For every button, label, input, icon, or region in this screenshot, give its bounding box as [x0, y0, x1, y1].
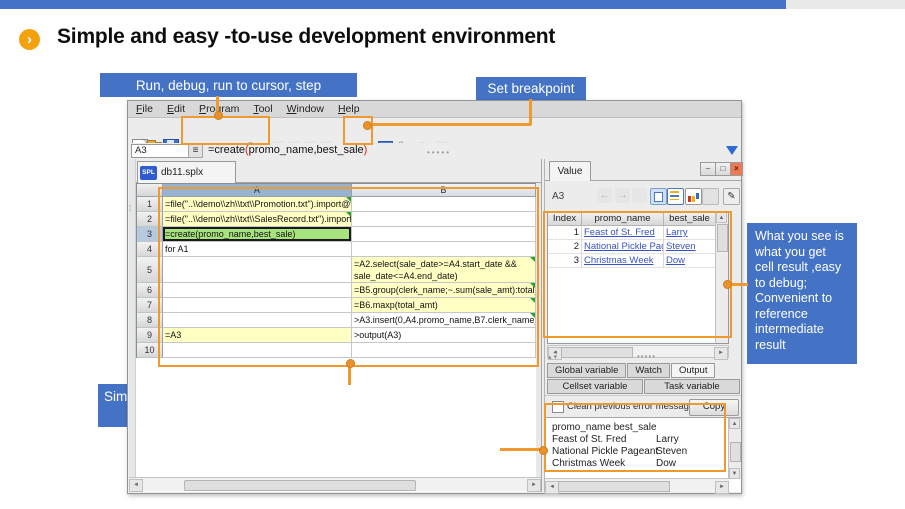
output-vscroll[interactable]: ▲ ▼: [728, 418, 741, 479]
collapse-expand-icons[interactable]: ▴▾: [548, 353, 559, 361]
highlight-run-icons: [181, 116, 270, 145]
menu-tool[interactable]: Tool: [253, 103, 272, 115]
bottom-tabs-1: Global variableWatchOutput: [547, 363, 715, 378]
connector-dot: [346, 359, 355, 368]
menu-window[interactable]: Window: [287, 103, 324, 115]
output-hscroll[interactable]: ◄ ►: [545, 478, 729, 492]
sheet-hscroll[interactable]: ◄ ►: [129, 477, 541, 491]
record-view-icon[interactable]: [667, 188, 684, 205]
left-splitter[interactable]: ⁞: [129, 159, 136, 492]
scroll-left-icon[interactable]: ◄: [545, 481, 559, 494]
page-title: Simple and easy -to-use development envi…: [57, 25, 555, 49]
formula-pre: =create: [208, 144, 245, 156]
bottom-tabs-2: Cellset variableTask variable: [547, 379, 740, 394]
slide-root: › Simple and easy -to-use development en…: [0, 0, 905, 509]
export-icon: [702, 188, 719, 205]
scroll-thumb[interactable]: [184, 480, 416, 491]
menu-edit[interactable]: Edit: [167, 103, 185, 115]
scroll-thumb[interactable]: [730, 442, 741, 462]
formula-text[interactable]: =create(promo_name,best_sale): [208, 144, 367, 156]
chart-icon[interactable]: [685, 188, 702, 205]
top-accent-bar: [0, 0, 786, 9]
equals-button[interactable]: ≡: [188, 144, 203, 158]
scroll-right-icon[interactable]: ►: [715, 481, 729, 494]
scroll-thumb[interactable]: [558, 481, 670, 492]
tab-watch[interactable]: Watch: [627, 363, 670, 378]
formula-expand-icon[interactable]: [726, 146, 738, 155]
spl-file-icon: SPL: [140, 166, 157, 180]
edit-pen-icon[interactable]: ✎: [723, 188, 740, 205]
value-tab[interactable]: Value: [549, 161, 591, 181]
scroll-left-icon[interactable]: ◄: [129, 479, 143, 492]
restore-icon[interactable]: □: [715, 162, 731, 176]
callout-set-breakpoint: Set breakpoint: [476, 77, 586, 100]
connector-dot: [214, 111, 223, 120]
connector-breakpoint-v: [529, 99, 532, 125]
panel-splitter[interactable]: ▴▾ •••••: [545, 356, 741, 363]
back-icon: ←: [597, 188, 612, 203]
connector-dot: [539, 446, 548, 455]
file-tab[interactable]: SPL db11.splx: [137, 161, 236, 183]
scroll-right-icon[interactable]: ►: [527, 479, 541, 492]
splitter-dots[interactable]: •••••: [427, 148, 451, 157]
formula-args: promo_name,best_sale: [249, 144, 364, 156]
menu-help[interactable]: Help: [338, 103, 360, 115]
copy-data-icon[interactable]: [650, 188, 667, 205]
tab-output[interactable]: Output: [671, 363, 716, 378]
connector-dot: [363, 121, 372, 130]
formula-close-paren: ): [364, 144, 368, 156]
connector-dot: [723, 280, 732, 289]
cell-ref-box[interactable]: A3: [131, 144, 189, 158]
tab-global-variable[interactable]: Global variable: [547, 363, 626, 378]
title-bullet-icon: ›: [19, 29, 40, 50]
scroll-up-icon[interactable]: ▲: [729, 418, 740, 429]
close-icon[interactable]: ×: [730, 162, 743, 176]
minimize-icon[interactable]: –: [700, 162, 716, 176]
tab-task-variable[interactable]: Task variable: [644, 379, 740, 394]
scroll-down-icon[interactable]: ▼: [729, 468, 740, 479]
draw-icon: [632, 188, 647, 203]
tab-cellset-variable[interactable]: Cellset variable: [547, 379, 643, 394]
highlight-value-table: [543, 211, 732, 338]
forward-icon: →: [615, 188, 630, 203]
highlight-grid: [158, 187, 539, 367]
menu-file[interactable]: File: [136, 103, 153, 115]
callout-run-debug: Run, debug, run to cursor, step: [100, 73, 357, 97]
highlight-output: [544, 403, 726, 472]
top-accent-bar-right: [786, 0, 905, 9]
value-cell-ref: A3: [552, 191, 564, 202]
file-tab-label: db11.splx: [161, 167, 203, 178]
connector-realtime: [500, 448, 543, 451]
splitter-dots: •••••: [637, 352, 656, 361]
chevron-glyph: ›: [27, 32, 32, 47]
gutter-dots-icon: ⁞: [129, 204, 131, 213]
callout-wysiwyg: What you see is what you get cell result…: [747, 223, 857, 364]
connector-breakpoint-h: [368, 123, 531, 126]
